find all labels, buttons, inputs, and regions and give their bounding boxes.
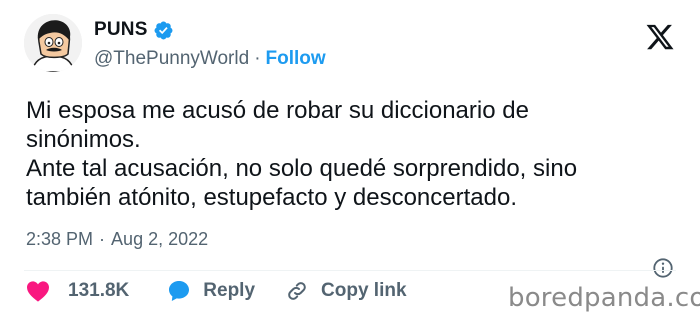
watermark: boredpanda.com <box>508 283 700 313</box>
x-logo-icon[interactable] <box>643 22 677 52</box>
tweet-time: 2:38 PM <box>26 229 94 249</box>
copy-link-button[interactable]: Copy link <box>285 279 407 303</box>
info-icon[interactable] <box>652 257 674 279</box>
like-button[interactable]: 131.8K <box>26 280 129 302</box>
reply-button[interactable]: Reply <box>167 279 255 303</box>
handle-separator: · <box>254 48 261 69</box>
tweet-text: Mi esposa me acusó de robar su diccionar… <box>26 96 676 212</box>
link-icon <box>288 282 306 300</box>
divider <box>24 270 676 271</box>
display-name[interactable]: PUNS <box>94 19 148 41</box>
user-handle[interactable]: @ThePunnyWorld <box>94 48 249 70</box>
cartoon-man-avatar-icon <box>24 14 82 72</box>
action-bar: 131.8K Reply Copy link <box>26 278 407 304</box>
author-block: PUNS @ThePunnyWorld · Follow <box>94 18 326 71</box>
follow-button[interactable]: Follow <box>266 48 326 70</box>
tweet-line: Mi esposa me acusó de robar su diccionar… <box>26 97 529 124</box>
copy-link-label: Copy link <box>321 280 407 301</box>
reply-bubble-icon <box>169 281 190 301</box>
name-row: PUNS <box>94 18 326 42</box>
heart-icon <box>27 281 49 302</box>
timestamp-separator: · <box>99 229 106 249</box>
handle-row: @ThePunnyWorld · Follow <box>94 47 326 71</box>
like-count: 131.8K <box>68 280 130 301</box>
tweet-timestamp[interactable]: 2:38 PM · Aug 2, 2022 <box>26 229 208 250</box>
reply-label: Reply <box>203 280 256 301</box>
tweet-line: también atónito, estupefacto y desconcer… <box>26 184 517 211</box>
tweet-date: Aug 2, 2022 <box>111 229 209 249</box>
tweet-line: Ante tal acusación, no solo quedé sorpre… <box>26 155 578 182</box>
avatar[interactable] <box>24 14 82 72</box>
tweet-line: sinónimos. <box>26 126 141 153</box>
verified-badge-icon <box>154 21 173 39</box>
